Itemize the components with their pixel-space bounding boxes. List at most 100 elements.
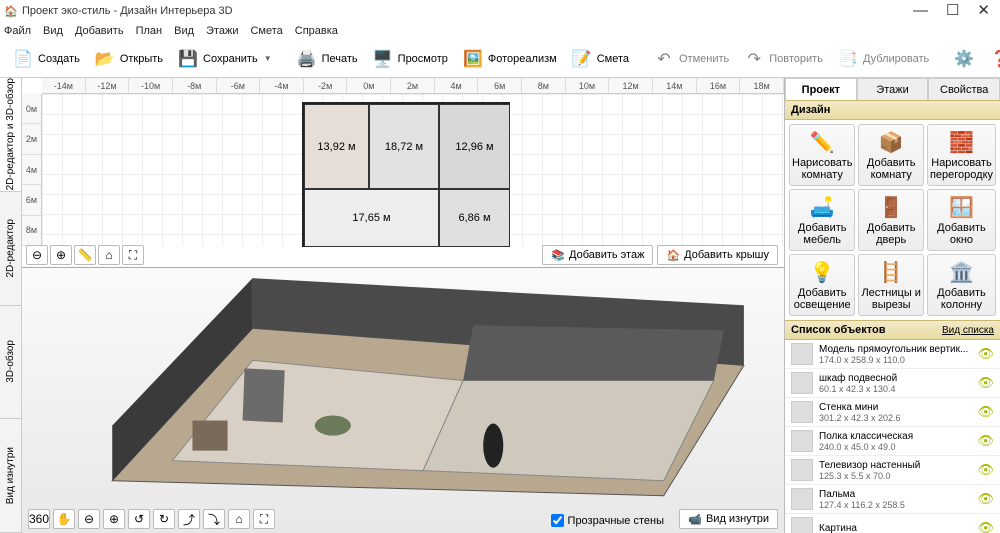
printer-icon: 🖨️ — [296, 48, 318, 70]
visibility-icon[interactable]: 👁 — [977, 433, 994, 449]
design-icon: 🧱 — [949, 130, 974, 155]
undo-button[interactable]: ↶Отменить — [647, 44, 735, 74]
object-thumbnail — [791, 401, 813, 423]
help-icon: ❓ — [989, 48, 1000, 70]
budget-button[interactable]: 📝Смета — [565, 44, 635, 74]
rotate-left-button[interactable]: ↺ — [128, 509, 150, 529]
design-button-8[interactable]: 🏛️Добавить колонну — [927, 254, 996, 316]
design-label: Лестницы и вырезы — [861, 287, 921, 311]
maximize-button[interactable]: ☐ — [946, 4, 959, 18]
object-dimensions: 174.0 x 258.9 x 110.0 — [819, 355, 971, 365]
home-button[interactable]: ⌂ — [98, 245, 120, 265]
object-item-3[interactable]: Полка классическая240.0 x 45.0 x 49.0👁 — [785, 427, 1000, 456]
object-item-5[interactable]: Пальма127.4 x 116.2 x 258.5👁 — [785, 485, 1000, 514]
design-icon: 📦 — [879, 130, 904, 155]
visibility-icon[interactable]: 👁 — [977, 462, 994, 478]
app-icon: 🏠 — [4, 4, 18, 18]
pan360-button[interactable]: 360 — [28, 509, 50, 529]
close-button[interactable]: ✕ — [977, 4, 990, 18]
rotate-right-button[interactable]: ↻ — [153, 509, 175, 529]
room-2[interactable]: 18,72 м — [369, 104, 439, 189]
folder-open-icon: 📂 — [94, 48, 116, 70]
zoom-out-3d-button[interactable]: ⊖ — [78, 509, 100, 529]
visibility-icon[interactable]: 👁 — [977, 375, 994, 391]
settings-button[interactable]: ⚙️ — [947, 44, 981, 74]
visibility-icon[interactable]: 👁 — [977, 491, 994, 507]
duplicate-button[interactable]: 📑Дублировать — [831, 44, 935, 74]
design-label: Добавить дверь — [861, 222, 921, 246]
add-floor-button[interactable]: 📚Добавить этаж — [542, 245, 653, 265]
vtab-3d[interactable]: 3D-обзор — [0, 306, 21, 420]
object-thumbnail — [791, 488, 813, 510]
tilt-up-button[interactable]: ⤴ — [178, 509, 200, 529]
window-title: Проект эко-стиль - Дизайн Интерьера 3D — [22, 5, 233, 17]
tab-properties[interactable]: Свойства — [928, 78, 1000, 100]
transparent-walls-checkbox[interactable]: Прозрачные стены — [551, 514, 664, 527]
design-button-6[interactable]: 💡Добавить освещение — [789, 254, 855, 316]
room-4[interactable]: 17,65 м — [304, 189, 439, 247]
2d-editor-view[interactable]: -14м-12м-10м-8м-6м-4м-2м0м2м4м6м8м10м12м… — [22, 78, 784, 268]
design-icon: 🚪 — [879, 195, 904, 220]
help-button[interactable]: ❓ — [983, 44, 1000, 74]
design-button-2[interactable]: 🧱Нарисовать перегородку — [927, 124, 996, 186]
tab-project[interactable]: Проект — [785, 78, 857, 100]
room-3[interactable]: 12,96 м — [439, 104, 510, 189]
minimize-button[interactable]: — — [913, 4, 928, 18]
fit-3d-button[interactable]: ⛶ — [253, 509, 275, 529]
vtab-inside[interactable]: Вид изнутри — [0, 419, 21, 533]
home-3d-button[interactable]: ⌂ — [228, 509, 250, 529]
hand-button[interactable]: ✋ — [53, 509, 75, 529]
redo-button[interactable]: ↷Повторить — [737, 44, 829, 74]
menu-help[interactable]: Справка — [295, 25, 338, 37]
ruler-button[interactable]: 📏 — [74, 245, 96, 265]
list-view-mode-link[interactable]: Вид списка — [942, 325, 994, 336]
object-item-4[interactable]: Телевизор настенный125.3 x 5.5 x 70.0👁 — [785, 456, 1000, 485]
3d-view[interactable]: 360 ✋ ⊖ ⊕ ↺ ↻ ⤴ ⤵ ⌂ ⛶ Прозрачные стены 📹… — [22, 268, 784, 533]
fit-button[interactable]: ⛶ — [122, 245, 144, 265]
menu-view[interactable]: Вид — [43, 25, 63, 37]
menu-budget[interactable]: Смета — [250, 25, 282, 37]
design-button-5[interactable]: 🪟Добавить окно — [927, 189, 996, 251]
tab-floors[interactable]: Этажи — [857, 78, 929, 100]
object-name: Картина — [819, 523, 971, 533]
zoom-in-3d-button[interactable]: ⊕ — [103, 509, 125, 529]
vtab-2d[interactable]: 2D-редактор — [0, 192, 21, 306]
menu-floors[interactable]: Этажи — [206, 25, 238, 37]
design-button-0[interactable]: ✏️Нарисовать комнату — [789, 124, 855, 186]
object-item-2[interactable]: Стенка мини301.2 x 42.3 x 202.6👁 — [785, 398, 1000, 427]
preview-button[interactable]: 🖥️Просмотр — [366, 44, 454, 74]
visibility-icon[interactable]: 👁 — [977, 404, 994, 420]
save-button[interactable]: 💾Сохранить▼ — [171, 44, 278, 74]
design-button-7[interactable]: 🪜Лестницы и вырезы — [858, 254, 924, 316]
object-thumbnail — [791, 517, 813, 533]
visibility-icon[interactable]: 👁 — [977, 346, 994, 362]
floor-plan[interactable]: 13,92 м 18,72 м 12,96 м 17,65 м 6,86 м — [302, 102, 510, 247]
zoom-out-button[interactable]: ⊖ — [26, 245, 48, 265]
open-button[interactable]: 📂Открыть — [88, 44, 169, 74]
zoom-in-button[interactable]: ⊕ — [50, 245, 72, 265]
undo-icon: ↶ — [653, 48, 675, 70]
objects-section-header: Список объектов Вид списка — [785, 320, 1000, 340]
toolbar: 📄Создать 📂Открыть 💾Сохранить▼ 🖨️Печать 🖥… — [0, 40, 1000, 78]
design-button-1[interactable]: 📦Добавить комнату — [858, 124, 924, 186]
menu-view2[interactable]: Вид — [174, 25, 194, 37]
room-5[interactable]: 6,86 м — [439, 189, 510, 247]
object-item-0[interactable]: Модель прямоугольник вертик...174.0 x 25… — [785, 340, 1000, 369]
print-button[interactable]: 🖨️Печать — [290, 44, 364, 74]
object-item-6[interactable]: Картина 👁 — [785, 514, 1000, 533]
view-inside-button[interactable]: 📹Вид изнутри — [679, 509, 778, 529]
photo-button[interactable]: 🖼️Фотореализм — [456, 44, 563, 74]
design-button-3[interactable]: 🛋️Добавить мебель — [789, 189, 855, 251]
add-roof-button[interactable]: 🏠Добавить крышу — [657, 245, 778, 265]
room-1[interactable]: 13,92 м — [304, 104, 369, 189]
visibility-icon[interactable]: 👁 — [977, 520, 994, 533]
create-button[interactable]: 📄Создать — [6, 44, 86, 74]
object-item-1[interactable]: шкаф подвесной60.1 x 42.3 x 130.4👁 — [785, 369, 1000, 398]
menu-plan[interactable]: План — [136, 25, 163, 37]
vtab-2d-3d[interactable]: 2D-редактор и 3D-обзор — [0, 78, 21, 192]
design-button-4[interactable]: 🚪Добавить дверь — [858, 189, 924, 251]
object-name: Телевизор настенный — [819, 460, 971, 471]
menu-add[interactable]: Добавить — [75, 25, 124, 37]
tilt-down-button[interactable]: ⤵ — [203, 509, 225, 529]
menu-file[interactable]: Файл — [4, 25, 31, 37]
